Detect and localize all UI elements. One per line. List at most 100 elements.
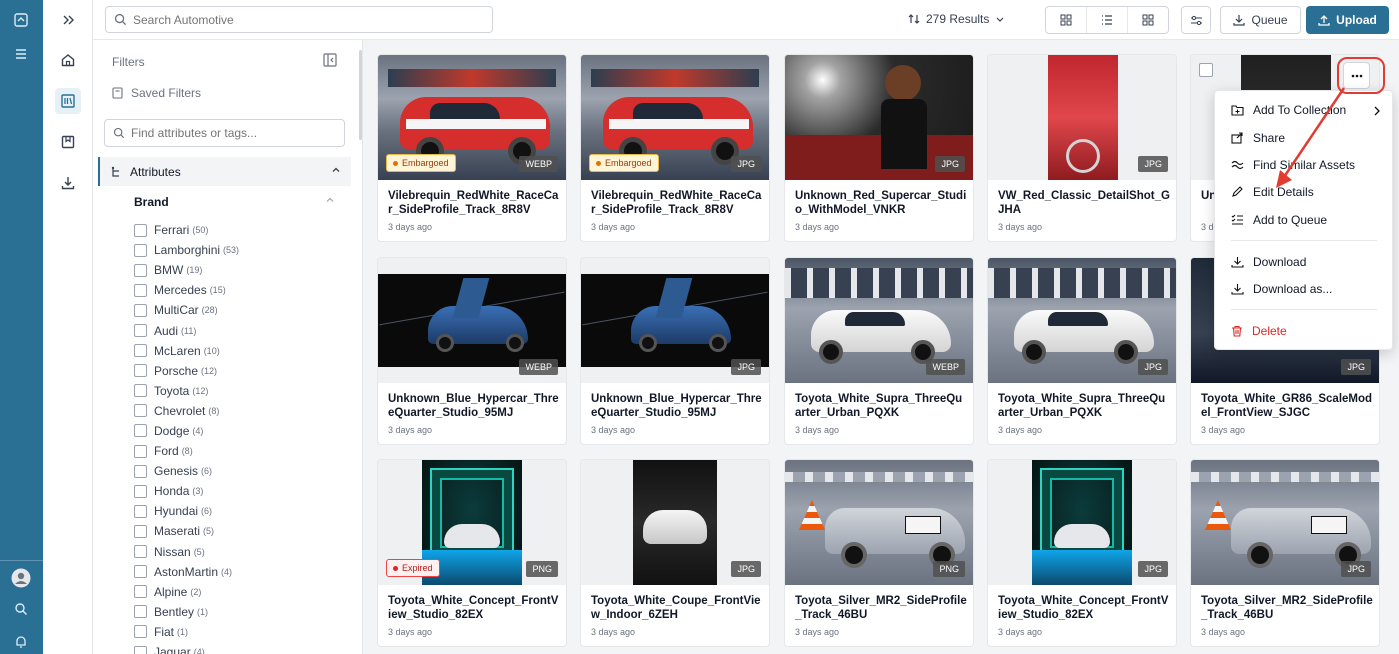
asset-thumbnail[interactable]: PNG Expired <box>378 460 566 585</box>
asset-thumbnail[interactable]: JPG <box>581 258 769 383</box>
checkbox[interactable] <box>134 565 147 579</box>
display-settings-button[interactable] <box>1181 6 1211 34</box>
bell-icon[interactable] <box>11 632 31 652</box>
asset-thumbnail[interactable]: JPG <box>581 460 769 585</box>
asset-card[interactable]: JPG Embargoed Vilebrequin_RedWhite_RaceCar… <box>580 54 770 242</box>
checkbox[interactable] <box>134 344 147 358</box>
checkbox[interactable] <box>134 283 147 297</box>
brand-filter-item[interactable]: Chevrolet (8) <box>134 401 239 421</box>
asset-select-checkbox[interactable] <box>1199 63 1213 77</box>
attributes-section[interactable]: Attributes <box>98 157 351 186</box>
asset-thumbnail[interactable]: WEBP <box>785 258 973 383</box>
brand-filter-item[interactable]: Ford (8) <box>134 441 239 461</box>
asset-thumbnail[interactable]: PNG <box>785 460 973 585</box>
nav-home-icon[interactable] <box>55 47 81 73</box>
checkbox[interactable] <box>134 364 147 378</box>
menu-item-download[interactable]: Download <box>1231 255 1306 269</box>
nav-downloads-icon[interactable] <box>55 170 81 196</box>
asset-card[interactable]: WEBP Unknown_Blue_Hypercar_ThreeQuarter_S… <box>377 257 567 445</box>
search-input[interactable] <box>133 12 473 27</box>
grid-view-button[interactable] <box>1046 7 1087 33</box>
checkbox[interactable] <box>134 524 147 538</box>
brand-filter-item[interactable]: BMW (19) <box>134 260 239 280</box>
asset-search[interactable] <box>105 6 493 33</box>
asset-thumbnail[interactable]: JPG <box>988 55 1176 180</box>
chevron-up-icon[interactable] <box>325 195 335 205</box>
checkbox[interactable] <box>134 484 147 498</box>
saved-filters[interactable]: Saved Filters <box>112 86 201 100</box>
attribute-search[interactable] <box>104 119 345 147</box>
asset-thumbnail[interactable]: JPG Embargoed <box>581 55 769 180</box>
brand-filter-item[interactable]: Lamborghini (53) <box>134 240 239 260</box>
search-icon[interactable] <box>11 599 31 619</box>
checkbox[interactable] <box>134 545 147 559</box>
brand-filter-item[interactable]: Alpine (2) <box>134 582 239 602</box>
brand-filter-item[interactable]: Hyundai (6) <box>134 501 239 521</box>
asset-card[interactable]: PNG Toyota_Silver_MR2_SideProfile_Track_4… <box>784 459 974 647</box>
avatar[interactable] <box>11 568 31 588</box>
asset-card[interactable]: JPG Unknown_Red_Supercar_Studio_WithModel… <box>784 54 974 242</box>
checkbox[interactable] <box>134 625 147 639</box>
brand-filter-item[interactable]: Genesis (6) <box>134 461 239 481</box>
brand-filter-item[interactable]: Maserati (5) <box>134 521 239 541</box>
checkbox[interactable] <box>134 645 147 654</box>
brand-filter-item[interactable]: MultiCar (28) <box>134 300 239 320</box>
checkbox[interactable] <box>134 585 147 599</box>
brand-filter-item[interactable]: Audi (11) <box>134 320 239 340</box>
checkbox[interactable] <box>134 444 147 458</box>
filters-scrollbar[interactable] <box>359 50 362 140</box>
brand-filter-item[interactable]: Jaguar (4) <box>134 642 239 654</box>
asset-card[interactable]: JPG Toyota_Silver_MR2_SideProfile_Track_4… <box>1190 459 1380 647</box>
asset-card[interactable]: JPG VW_Red_Classic_DetailShot_GJHA 3 days … <box>987 54 1177 242</box>
asset-thumbnail[interactable]: WEBP Embargoed <box>378 55 566 180</box>
asset-card[interactable]: JPG Unknown_Blue_Hypercar_ThreeQuarter_St… <box>580 257 770 445</box>
asset-thumbnail[interactable]: JPG <box>988 460 1176 585</box>
checkbox[interactable] <box>134 464 147 478</box>
nav-library-icon[interactable] <box>55 88 81 114</box>
checkbox[interactable] <box>134 263 147 277</box>
results-sort[interactable]: 279 Results <box>908 12 1005 26</box>
checkbox[interactable] <box>134 384 147 398</box>
masonry-view-button[interactable] <box>1128 7 1168 33</box>
attribute-search-input[interactable] <box>131 126 331 140</box>
brand-filter-item[interactable]: Fiat (1) <box>134 622 239 642</box>
asset-card[interactable]: WEBP Embargoed Vilebrequin_RedWhite_RaceCa… <box>377 54 567 242</box>
checkbox[interactable] <box>134 404 147 418</box>
checkbox[interactable] <box>134 303 147 317</box>
collapse-panel-icon[interactable] <box>323 53 337 70</box>
checkbox[interactable] <box>134 223 147 237</box>
checkbox[interactable] <box>134 504 147 518</box>
brand-filter-item[interactable]: Porsche (12) <box>134 361 239 381</box>
home-icon[interactable] <box>11 10 31 30</box>
nav-collections-icon[interactable] <box>55 129 81 155</box>
asset-card[interactable]: PNG Expired Toyota_White_Concept_FrontView… <box>377 459 567 647</box>
asset-card[interactable]: JPG Toyota_White_Coupe_FrontView_Indoor_6… <box>580 459 770 647</box>
asset-card[interactable]: JPG Toyota_White_Supra_ThreeQuarter_Urban… <box>987 257 1177 445</box>
asset-thumbnail[interactable]: WEBP <box>378 258 566 383</box>
checkbox[interactable] <box>134 243 147 257</box>
queue-button[interactable]: Queue <box>1220 6 1301 34</box>
checkbox[interactable] <box>134 605 147 619</box>
brand-group-title[interactable]: Brand <box>134 195 169 209</box>
menu-item-add-to-queue[interactable]: Add to Queue <box>1231 213 1327 227</box>
asset-card[interactable]: WEBP Toyota_White_Supra_ThreeQuarter_Urba… <box>784 257 974 445</box>
menu-item-download-as[interactable]: Download as... <box>1231 282 1332 296</box>
brand-filter-item[interactable]: Mercedes (15) <box>134 280 239 300</box>
list-view-button[interactable] <box>1087 7 1128 33</box>
brand-filter-item[interactable]: Honda (3) <box>134 481 239 501</box>
asset-card[interactable]: JPG Toyota_White_Concept_FrontView_Studio… <box>987 459 1177 647</box>
asset-thumbnail[interactable]: JPG <box>785 55 973 180</box>
menu-icon[interactable] <box>11 44 31 64</box>
brand-filter-item[interactable]: Dodge (4) <box>134 421 239 441</box>
brand-filter-item[interactable]: Ferrari (50) <box>134 220 239 240</box>
brand-filter-item[interactable]: Toyota (12) <box>134 381 239 401</box>
menu-item-delete[interactable]: Delete <box>1231 324 1287 338</box>
upload-button[interactable]: Upload <box>1306 6 1389 34</box>
brand-filter-item[interactable]: Nissan (5) <box>134 542 239 562</box>
brand-filter-item[interactable]: McLaren (10) <box>134 341 239 361</box>
expand-icon[interactable] <box>55 7 81 33</box>
asset-thumbnail[interactable]: JPG <box>988 258 1176 383</box>
brand-filter-item[interactable]: AstonMartin (4) <box>134 562 239 582</box>
asset-thumbnail[interactable]: JPG <box>1191 460 1379 585</box>
checkbox[interactable] <box>134 424 147 438</box>
